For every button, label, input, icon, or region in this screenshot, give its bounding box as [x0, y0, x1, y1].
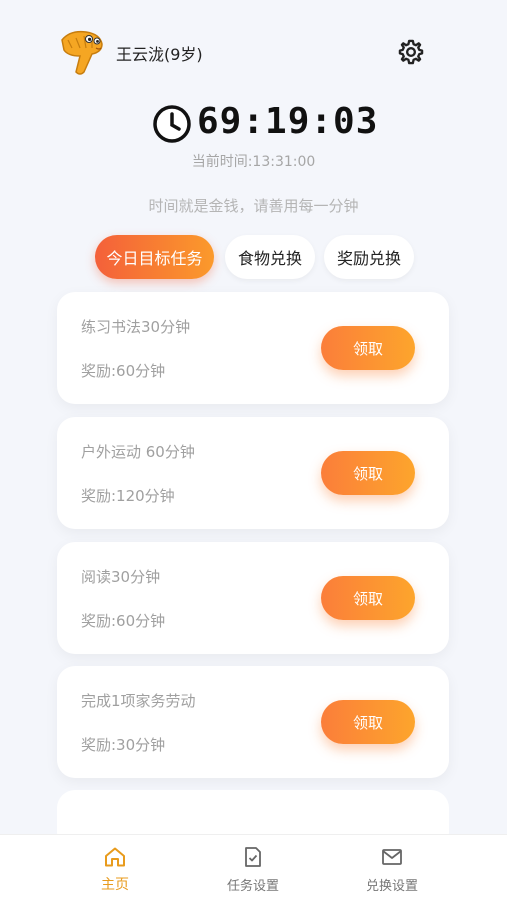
task-reward: 奖励:30分钟 [81, 736, 166, 754]
task-reward: 奖励:120分钟 [81, 487, 175, 505]
nav-home-label: 主页 [101, 877, 129, 893]
nav-exchange-settings-label: 兑换设置 [365, 879, 418, 894]
tab-bar: 今日目标任务 食物兑换 奖励兑换 [0, 235, 507, 281]
task-card: 户外运动 60分钟 奖励:120分钟 领取 [57, 417, 449, 529]
mail-icon [382, 849, 402, 865]
current-time: 当前时间:13:31:00 [191, 154, 316, 170]
slogan: 时间就是金钱，请善用每一分钟 [148, 197, 359, 215]
claim-button[interactable]: 领取 [321, 576, 415, 620]
task-card: 练习书法30分钟 奖励:60分钟 领取 [57, 292, 449, 404]
claim-button[interactable]: 领取 [321, 451, 415, 495]
task-card: 阅读30分钟 奖励:60分钟 领取 [57, 542, 449, 654]
claim-button[interactable]: 领取 [321, 700, 415, 744]
nav-home[interactable]: 主页 [60, 835, 170, 901]
header: 王云泷(9岁) [0, 0, 507, 100]
home-icon [105, 847, 125, 867]
tab-today-tasks[interactable]: 今日目标任务 [95, 235, 214, 279]
task-card: 完成1项家务劳动 奖励:30分钟 领取 [57, 666, 449, 778]
tab-reward-exchange[interactable]: 奖励兑换 [324, 235, 414, 279]
gear-icon[interactable] [397, 38, 425, 66]
task-title: 阅读30分钟 [81, 568, 161, 586]
clock-icon [152, 104, 192, 144]
task-reward: 奖励:60分钟 [81, 612, 166, 630]
task-title: 户外运动 60分钟 [81, 443, 195, 461]
nav-exchange-settings[interactable]: 兑换设置 [337, 835, 447, 901]
task-reward: 奖励:60分钟 [81, 362, 166, 380]
countdown-timer: 69:19:03 [197, 101, 379, 142]
user-name: 王云泷(9岁) [116, 45, 203, 64]
nav-task-settings[interactable]: 任务设置 [198, 835, 308, 901]
task-title: 练习书法30分钟 [81, 318, 191, 336]
bottom-nav: 主页 任务设置 兑换设置 [0, 834, 507, 901]
nav-task-settings-label: 任务设置 [226, 879, 279, 894]
tab-food-exchange[interactable]: 食物兑换 [225, 235, 315, 279]
snake-avatar-icon[interactable] [56, 26, 106, 76]
claim-button[interactable]: 领取 [321, 326, 415, 370]
task-title: 完成1项家务劳动 [81, 692, 196, 710]
task-check-icon [245, 847, 261, 867]
